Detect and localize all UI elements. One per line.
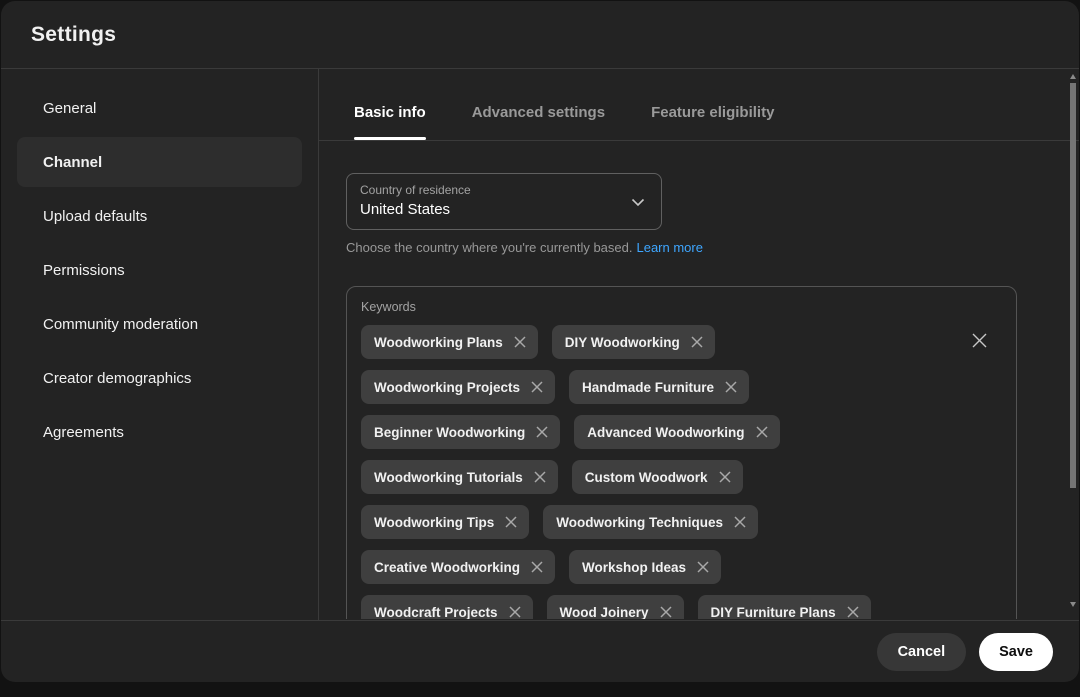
page-title: Settings	[31, 23, 116, 47]
keyword-chip-label: Advanced Woodworking	[587, 425, 744, 440]
keyword-chip-list: Woodworking PlansDIY WoodworkingWoodwork…	[361, 325, 1002, 619]
keyword-chip-woodworking-tips[interactable]: Woodworking Tips	[361, 505, 529, 539]
keyword-chip-woodworking-techniques[interactable]: Woodworking Techniques	[543, 505, 758, 539]
keyword-chip-diy-woodworking[interactable]: DIY Woodworking	[552, 325, 715, 359]
keyword-chip-row: Creative Woodworking Workshop Ideas	[361, 550, 1002, 584]
tab-bar: Basic info Advanced settings Feature eligi…	[319, 69, 1079, 141]
keyword-chip-row: Woodworking Tips Woodworking Techniques	[361, 505, 1002, 539]
sidebar-item-general[interactable]: General	[1, 81, 318, 135]
settings-content: Basic info Advanced settings Feature eligi…	[319, 69, 1079, 620]
dialog-header: Settings	[1, 1, 1079, 69]
keyword-chip-label: Woodworking Projects	[374, 380, 520, 395]
keyword-chip-woodcraft-projects[interactable]: Woodcraft Projects	[361, 595, 533, 619]
vertical-scrollbar[interactable]	[1069, 71, 1077, 620]
scrollbar-up-icon[interactable]	[1070, 74, 1076, 79]
remove-keyword-icon[interactable]	[513, 335, 527, 349]
remove-keyword-icon[interactable]	[718, 470, 732, 484]
keyword-chip-woodworking-projects[interactable]: Woodworking Projects	[361, 370, 555, 404]
dialog-body: GeneralChannelUpload defaultsPermissions…	[1, 69, 1079, 620]
remove-keyword-icon[interactable]	[724, 380, 738, 394]
sidebar-item-agreements[interactable]: Agreements	[1, 405, 318, 459]
keyword-chip-label: Handmade Furniture	[582, 380, 714, 395]
keyword-chip-row: Woodcraft Projects Wood Joinery DIY Furnit…	[361, 595, 1002, 619]
sidebar-item-channel[interactable]: Channel	[17, 137, 302, 187]
keyword-chip-label: Woodworking Tutorials	[374, 470, 523, 485]
keyword-chip-row: Beginner Woodworking Advanced Woodworking	[361, 415, 1002, 449]
sidebar-item-community-moderation[interactable]: Community moderation	[1, 297, 318, 351]
keywords-field[interactable]: Keywords Woodworking Plans DIY Woodworkin…	[346, 286, 1017, 619]
tab-basic-info[interactable]: Basic info	[354, 104, 426, 140]
keyword-chip-advanced-woodworking[interactable]: Advanced Woodworking	[574, 415, 779, 449]
keyword-chip-label: Workshop Ideas	[582, 560, 686, 575]
tab-advanced-settings[interactable]: Advanced settings	[472, 104, 605, 140]
keyword-chip-label: Woodworking Plans	[374, 335, 503, 350]
remove-keyword-icon[interactable]	[696, 560, 710, 574]
keyword-chip-custom-woodwork[interactable]: Custom Woodwork	[572, 460, 743, 494]
remove-keyword-icon[interactable]	[530, 560, 544, 574]
keyword-chip-handmade-furniture[interactable]: Handmade Furniture	[569, 370, 749, 404]
keyword-chip-label: DIY Furniture Plans	[711, 605, 836, 620]
chevron-down-icon	[630, 194, 646, 215]
remove-keyword-icon[interactable]	[530, 380, 544, 394]
learn-more-link[interactable]: Learn more	[636, 240, 702, 255]
sidebar-item-permissions[interactable]: Permissions	[1, 243, 318, 297]
scrollbar-down-icon[interactable]	[1070, 602, 1076, 607]
keyword-chip-label: Creative Woodworking	[374, 560, 520, 575]
scrollbar-thumb[interactable]	[1070, 83, 1076, 488]
keyword-chip-wood-joinery[interactable]: Wood Joinery	[547, 595, 684, 619]
remove-keyword-icon[interactable]	[733, 515, 747, 529]
keyword-chip-label: Woodworking Techniques	[556, 515, 723, 530]
keyword-chip-woodworking-tutorials[interactable]: Woodworking Tutorials	[361, 460, 558, 494]
keyword-chip-diy-furniture-plans[interactable]: DIY Furniture Plans	[698, 595, 871, 619]
settings-dialog: Settings GeneralChannelUpload defaultsPe…	[1, 1, 1079, 682]
remove-keyword-icon[interactable]	[535, 425, 549, 439]
remove-keyword-icon[interactable]	[533, 470, 547, 484]
keyword-chip-woodworking-plans[interactable]: Woodworking Plans	[361, 325, 538, 359]
keyword-chip-label: Woodcraft Projects	[374, 605, 498, 620]
keyword-chip-label: Beginner Woodworking	[374, 425, 525, 440]
remove-keyword-icon[interactable]	[508, 605, 522, 619]
keyword-chip-beginner-woodworking[interactable]: Beginner Woodworking	[361, 415, 560, 449]
sidebar-item-creator-demographics[interactable]: Creator demographics	[1, 351, 318, 405]
country-select-label: Country of residence	[360, 183, 649, 197]
keyword-chip-creative-woodworking[interactable]: Creative Woodworking	[361, 550, 555, 584]
keyword-chip-label: Woodworking Tips	[374, 515, 494, 530]
remove-keyword-icon[interactable]	[504, 515, 518, 529]
remove-keyword-icon[interactable]	[755, 425, 769, 439]
dialog-footer: Cancel Save	[1, 620, 1079, 682]
tab-feature-eligibility[interactable]: Feature eligibility	[651, 104, 774, 140]
settings-sidebar: GeneralChannelUpload defaultsPermissions…	[1, 69, 319, 620]
keywords-label: Keywords	[361, 300, 1002, 314]
clear-keywords-icon[interactable]	[970, 331, 989, 350]
remove-keyword-icon[interactable]	[659, 605, 673, 619]
keyword-chip-label: Wood Joinery	[560, 605, 649, 620]
country-select-value: United States	[360, 201, 649, 218]
save-button[interactable]: Save	[979, 633, 1053, 671]
cancel-button[interactable]: Cancel	[877, 633, 967, 671]
keyword-chip-workshop-ideas[interactable]: Workshop Ideas	[569, 550, 721, 584]
keyword-chip-row: Woodworking Tutorials Custom Woodwork	[361, 460, 1002, 494]
sidebar-item-upload-defaults[interactable]: Upload defaults	[1, 189, 318, 243]
remove-keyword-icon[interactable]	[690, 335, 704, 349]
remove-keyword-icon[interactable]	[846, 605, 860, 619]
keyword-chip-label: Custom Woodwork	[585, 470, 708, 485]
scrollable-panel[interactable]: Country of residence United States Choos…	[319, 141, 1079, 619]
keyword-chip-label: DIY Woodworking	[565, 335, 680, 350]
country-of-residence-select[interactable]: Country of residence United States	[346, 173, 662, 230]
keyword-chip-row: Woodworking Projects Handmade Furniture	[361, 370, 1002, 404]
keyword-chip-row: Woodworking Plans DIY Woodworking	[361, 325, 1002, 359]
country-helper-text: Choose the country where you're currentl…	[346, 240, 1079, 255]
